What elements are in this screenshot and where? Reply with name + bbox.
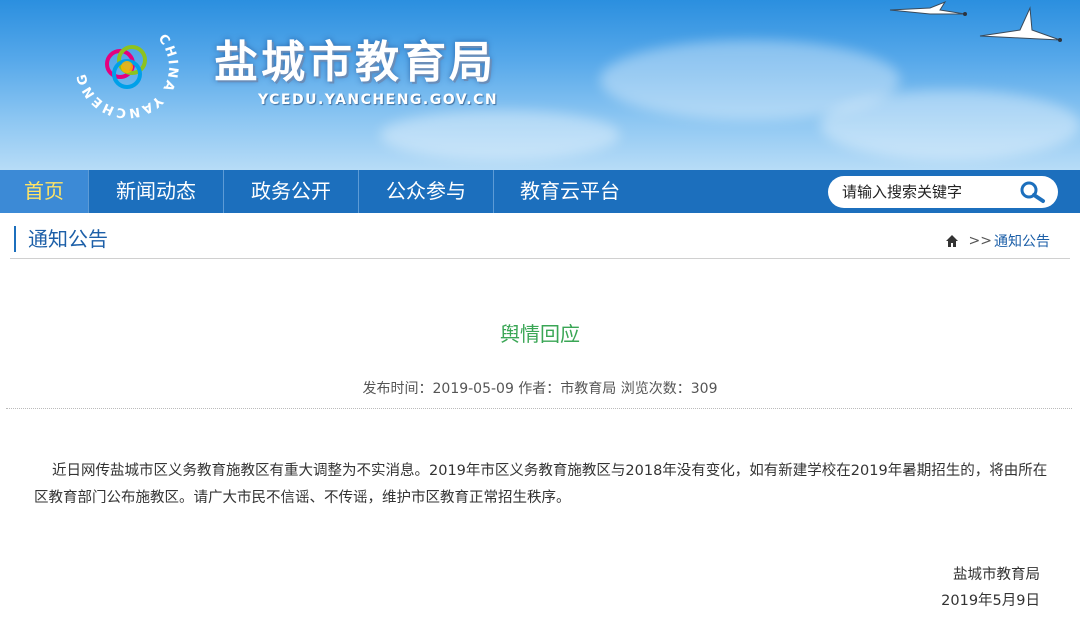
nav-item-government-affairs[interactable]: 政务公开 <box>224 170 359 213</box>
breadcrumb-separator: >> <box>968 233 992 249</box>
header-banner: CHINA YANCHENG EDU 盐城市教育局 YCEDU.YANCHENG… <box>0 0 1080 170</box>
cloud-decoration <box>820 90 1080 160</box>
section-header: 通知公告 >> 通知公告 <box>10 222 1070 259</box>
nav-item-public-participation[interactable]: 公众参与 <box>359 170 494 213</box>
breadcrumb: >> 通知公告 <box>945 231 1050 251</box>
section-title: 通知公告 <box>14 226 108 252</box>
home-icon[interactable] <box>945 234 959 248</box>
article-date: 2019年5月9日 <box>941 593 1040 609</box>
nav-item-home[interactable]: 首页 <box>0 170 89 213</box>
cloud-decoration <box>380 110 620 160</box>
site-logo[interactable]: CHINA YANCHENG EDU <box>72 12 182 122</box>
article-meta: 发布时间：2019-05-09 作者：市教育局 浏览次数：309 <box>362 381 718 397</box>
article-body: 近日网传盐城市区义务教育施教区有重大调整为不实消息。2019年市区义务教育施教区… <box>34 463 1048 506</box>
article-signature: 盐城市教育局 <box>953 567 1040 583</box>
article-signature-block: 盐城市教育局 2019年5月9日 <box>941 562 1040 614</box>
crane-birds-decoration <box>889 0 1062 42</box>
divider <box>6 408 1072 409</box>
search-box <box>828 176 1058 208</box>
site-title: 盐城市教育局 <box>214 37 496 88</box>
breadcrumb-current[interactable]: 通知公告 <box>994 231 1050 251</box>
main-nav: 首页 新闻动态 政务公开 公众参与 教育云平台 <box>0 170 1080 213</box>
site-domain: YCEDU.YANCHENG.GOV.CN <box>258 92 499 108</box>
search-input[interactable] <box>840 182 1014 202</box>
nav-item-news[interactable]: 新闻动态 <box>89 170 224 213</box>
article-title: 舆情回应 <box>500 322 580 346</box>
search-icon[interactable] <box>1018 180 1046 204</box>
nav-item-education-cloud[interactable]: 教育云平台 <box>494 170 646 213</box>
